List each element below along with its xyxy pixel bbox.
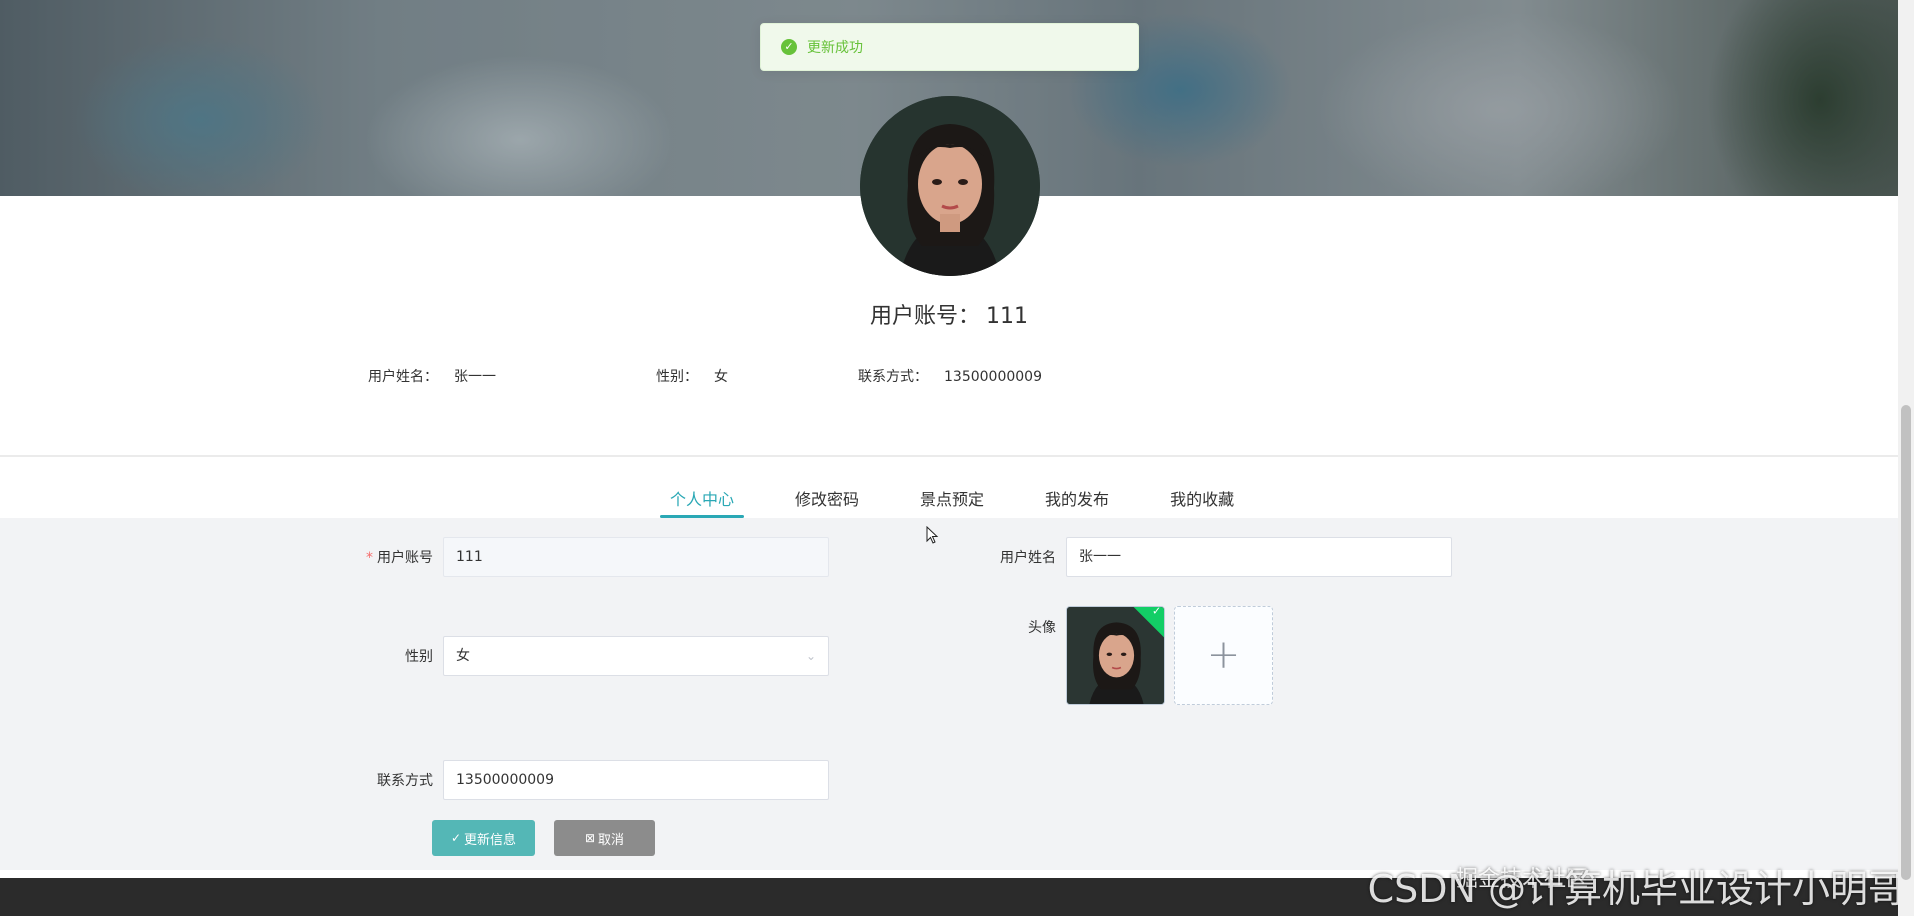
phone-field-label: 联系方式: [377, 773, 433, 789]
upload-add-button[interactable]: +: [1174, 606, 1273, 705]
gender-select[interactable]: 女 ⌄: [443, 636, 829, 676]
tab-my-favorites[interactable]: 我的收藏: [1160, 478, 1244, 518]
tab-scenic-booking[interactable]: 景点预定: [910, 478, 994, 518]
page: ✓ 更新成功 用户账号： 111 用户姓名： 张一一 性别：女 联系方式： 13500…: [0, 0, 1914, 916]
profile-avatar: [860, 96, 1040, 276]
info-name: 用户姓名： 张一一: [368, 366, 496, 386]
plus-icon: +: [1206, 632, 1241, 678]
tab-change-password[interactable]: 修改密码: [785, 478, 869, 518]
name-field-label: 用户姓名: [1000, 550, 1056, 566]
info-name-value: 张一一: [454, 369, 496, 385]
check-circle-icon: ✓: [450, 831, 462, 845]
close-square-icon: ⊠: [584, 831, 596, 845]
gender-select-value: 女: [456, 648, 470, 664]
info-name-label: 用户姓名：: [368, 369, 438, 385]
info-gender: 性别： 女: [656, 366, 728, 386]
tab-my-posts[interactable]: 我的发布: [1035, 478, 1119, 518]
required-asterisk: *: [366, 550, 373, 566]
name-input[interactable]: 张一一: [1066, 537, 1452, 577]
update-info-button[interactable]: ✓ 更新信息: [432, 820, 535, 856]
info-gender-value: 女: [714, 369, 728, 385]
phone-input[interactable]: 13500000009: [443, 760, 829, 800]
account-field-label: * 用户账号: [366, 550, 433, 566]
info-phone-value: 13500000009: [944, 369, 1042, 385]
info-phone: 联系方式： 13500000009: [858, 366, 1042, 386]
account-value: 111: [986, 304, 1028, 329]
account-input[interactable]: 111: [443, 537, 829, 577]
account-heading: 用户账号： 111: [0, 298, 1898, 330]
gender-field-label: 性别: [405, 649, 433, 665]
check-icon: ✓: [1152, 606, 1162, 618]
divider: [0, 455, 1898, 457]
mouse-cursor-icon: [926, 526, 939, 544]
tab-personal-center[interactable]: 个人中心: [660, 478, 745, 518]
tab-bar: 个人中心 修改密码 景点预定 我的发布 我的收藏: [660, 478, 1285, 518]
watermark: CSDN @计算机毕业设计小明哥: [1367, 867, 1906, 911]
avatar-portrait: [860, 96, 1040, 276]
info-phone-label: 联系方式：: [858, 369, 928, 385]
info-gender-label: 性别：: [656, 369, 698, 385]
account-label: 用户账号：: [869, 304, 980, 329]
toast-text: 更新成功: [807, 40, 863, 56]
check-circle-icon: ✓: [781, 39, 797, 55]
uploaded-avatar-thumbnail[interactable]: ✓: [1066, 606, 1165, 705]
cancel-button[interactable]: ⊠ 取消: [554, 820, 655, 856]
vertical-scrollbar[interactable]: [1898, 0, 1914, 916]
avatar-field-label: 头像: [1028, 620, 1056, 636]
chevron-down-icon: ⌄: [805, 649, 816, 663]
scrollbar-thumb[interactable]: [1901, 405, 1911, 880]
success-toast: ✓ 更新成功: [760, 23, 1139, 71]
profile-form: [0, 518, 1898, 870]
